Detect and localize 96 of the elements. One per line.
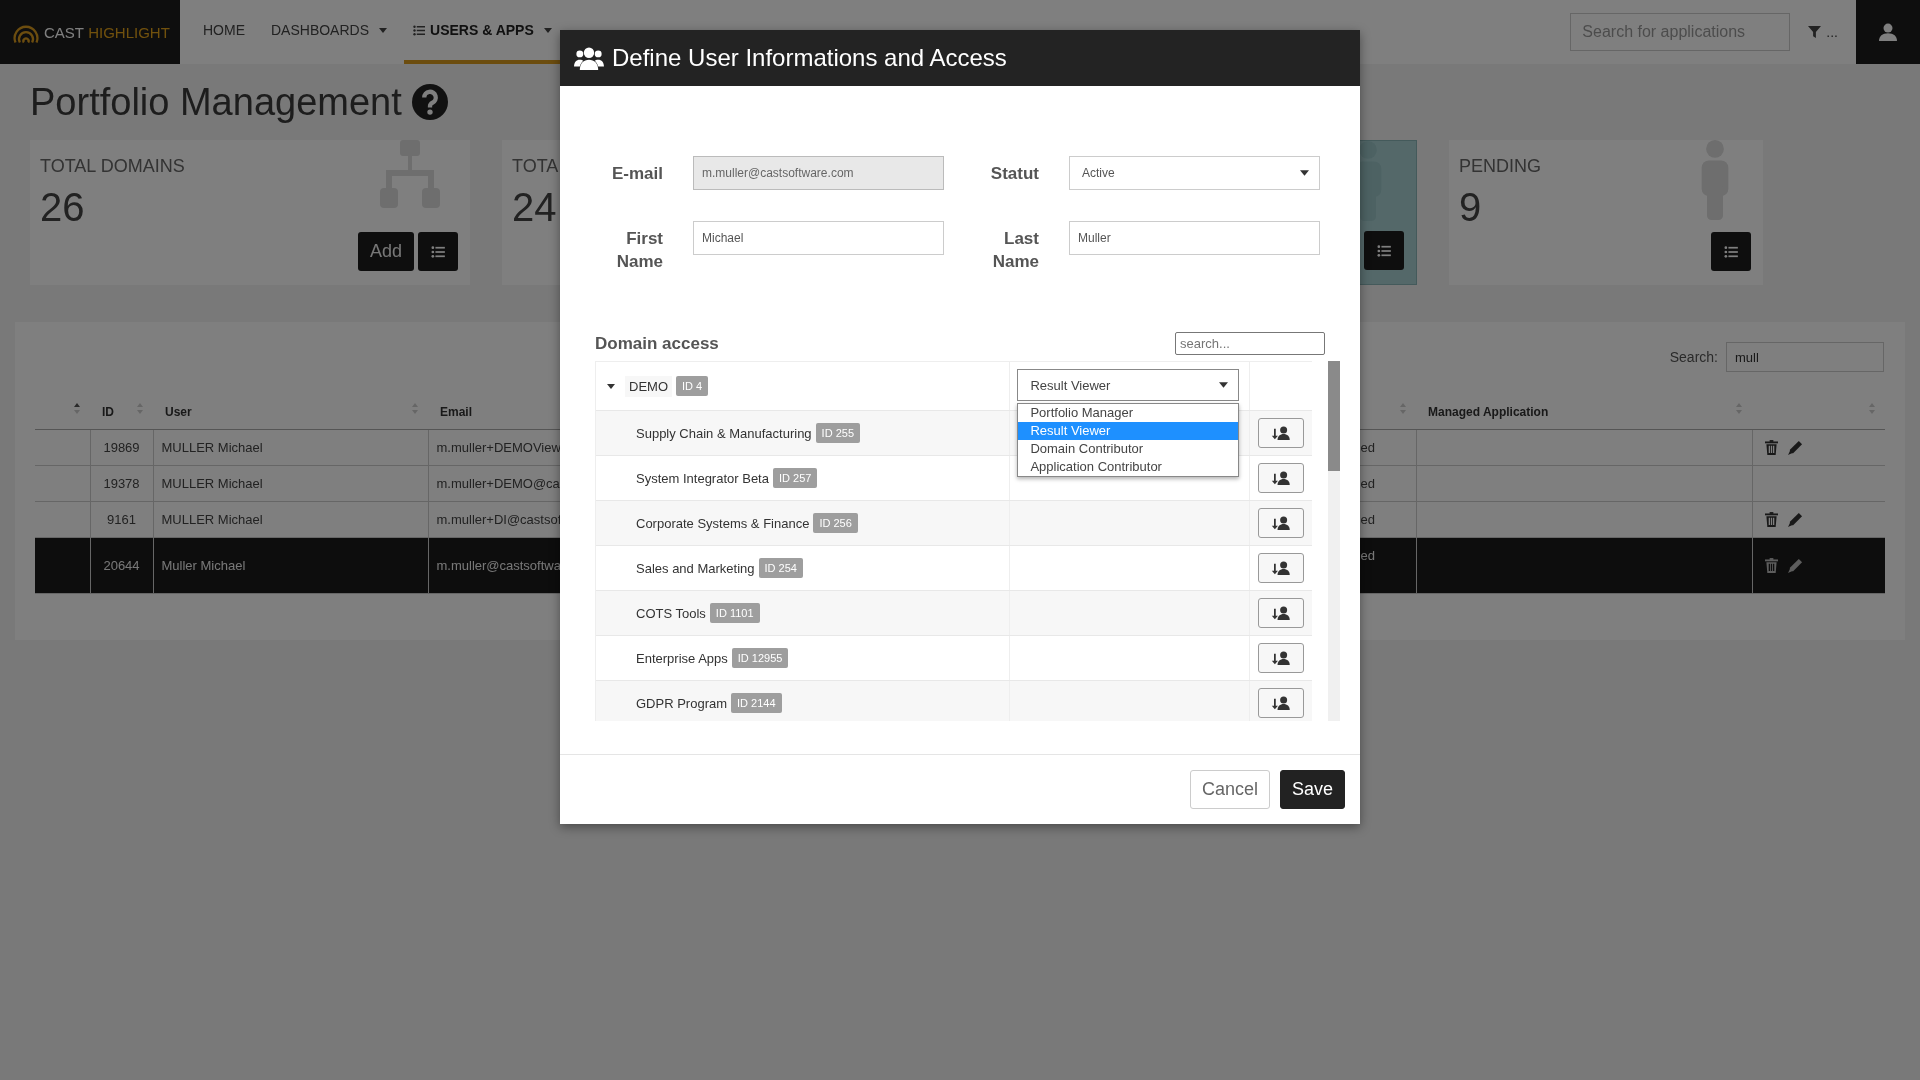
dialog-title: Define User Informations and Access	[612, 44, 1007, 72]
list-button[interactable]	[418, 232, 458, 271]
collapse-icon[interactable]	[607, 383, 615, 389]
card-label: PENDING	[1459, 156, 1541, 177]
assign-user-icon	[1271, 516, 1292, 530]
filter-button[interactable]: ...	[1790, 24, 1856, 40]
sort-icon[interactable]	[74, 403, 80, 414]
domain-name[interactable]: Sales and Marketing	[636, 560, 755, 576]
table-cell: 19378	[90, 465, 153, 501]
id-badge: ID 4	[676, 376, 709, 396]
id-badge: ID 2144	[731, 693, 782, 713]
list-button[interactable]	[1364, 231, 1404, 270]
field-label: E-mail	[610, 163, 663, 185]
nav-link[interactable]: HOME	[194, 0, 254, 64]
edit-icon[interactable]	[1787, 558, 1803, 574]
assign-user-icon	[1271, 651, 1292, 665]
assign-user-button[interactable]	[1258, 598, 1305, 628]
delete-icon[interactable]	[1764, 512, 1778, 528]
assign-user-icon	[1271, 426, 1292, 440]
table-cell: MULLER Michael	[153, 465, 428, 501]
search-field[interactable]: search...	[1175, 332, 1325, 355]
column-header: Managed Application	[1416, 395, 1752, 429]
status-select[interactable]: Active	[1069, 156, 1320, 190]
cancel-button[interactable]: Cancel	[1189, 770, 1270, 809]
list-icon	[1724, 245, 1738, 258]
edit-icon[interactable]	[1787, 440, 1803, 456]
assign-user-button[interactable]	[1258, 508, 1305, 538]
id-badge: ID 256	[813, 513, 858, 533]
id-badge: ID 255	[815, 423, 861, 443]
domain-name[interactable]: System Integrator Beta	[636, 470, 769, 486]
table-cell	[35, 537, 90, 593]
list-icon	[1377, 244, 1391, 257]
id-badge: ID 257	[772, 468, 818, 488]
caret-icon	[543, 27, 552, 33]
field-label: Statut	[989, 163, 1039, 185]
list-icon	[431, 245, 445, 258]
section-heading: Domain access	[595, 333, 719, 354]
caret-icon	[379, 27, 388, 33]
nav-link[interactable]: DASHBOARDS	[262, 0, 397, 64]
table-cell: 20644	[90, 537, 153, 593]
chevron-icon	[1219, 382, 1229, 388]
dropdown-option[interactable]: Domain Contributor	[1018, 440, 1239, 458]
id-badge: ID 1101	[709, 603, 760, 623]
list-icon	[413, 24, 426, 36]
domain-name[interactable]: DEMO	[625, 375, 672, 397]
scrollbar-thumb[interactable]	[1328, 361, 1340, 471]
card-label: TOTAL DOMAINS	[40, 156, 185, 177]
card-value: 24	[512, 185, 557, 230]
table-cell: Muller Michael	[153, 537, 428, 593]
search-label: Search:	[1669, 349, 1718, 365]
assign-user-icon	[1271, 696, 1292, 710]
add-button[interactable]: Add	[357, 232, 414, 271]
user-button[interactable]	[1856, 0, 1920, 64]
delete-icon[interactable]	[1764, 558, 1778, 574]
input-field[interactable]: Muller	[1069, 221, 1320, 255]
domain-name[interactable]: Enterprise Apps	[636, 650, 728, 666]
table-cell: MULLER Michael	[153, 429, 428, 465]
assign-user-icon	[1271, 471, 1292, 485]
assign-user-button[interactable]	[1258, 463, 1305, 493]
edit-icon[interactable]	[1787, 512, 1803, 528]
card-value: 26	[40, 185, 85, 230]
search-field[interactable]: mull	[1726, 342, 1884, 372]
field-label: Last Name	[991, 228, 1039, 273]
card-value: 9	[1459, 185, 1482, 230]
card-label: TOTA	[512, 156, 559, 177]
domain-name[interactable]: Corporate Systems & Finance	[636, 515, 810, 531]
page-title: Portfolio Management	[30, 80, 402, 124]
domain-name[interactable]: GDPR Program	[636, 695, 728, 711]
domain-name[interactable]: COTS Tools	[636, 605, 706, 621]
id-badge: ID 254	[758, 558, 803, 578]
assign-user-button[interactable]	[1258, 688, 1305, 718]
column-header: ID	[90, 395, 153, 429]
table-cell: MULLER Michael	[153, 501, 428, 537]
dropdown-option[interactable]: Portfolio Manager	[1018, 404, 1239, 422]
user-icon	[1879, 23, 1897, 41]
id-badge: ID 12955	[731, 648, 789, 668]
role-select[interactable]: Result Viewer	[1017, 369, 1240, 401]
chevron-icon	[1300, 170, 1309, 176]
column-header: User	[153, 395, 428, 429]
help-icon[interactable]	[411, 84, 448, 120]
delete-icon[interactable]	[1764, 440, 1778, 456]
list-button[interactable]	[1711, 232, 1751, 271]
assign-user-button[interactable]	[1258, 643, 1305, 673]
logo[interactable]: CAST HIGHLIGHT	[0, 0, 180, 64]
scrollbar[interactable]	[1328, 361, 1340, 721]
assign-user-icon	[1271, 606, 1292, 620]
save-button[interactable]: Save	[1279, 770, 1345, 809]
assign-user-button[interactable]	[1258, 553, 1305, 583]
input-field[interactable]: Michael	[693, 221, 944, 255]
assign-user-icon	[1271, 561, 1292, 575]
users-icon	[574, 46, 604, 70]
assign-user-button[interactable]	[1258, 418, 1305, 448]
field-label: First Name	[615, 228, 663, 273]
filter-icon	[1808, 25, 1822, 39]
table-cell: 19869	[90, 429, 153, 465]
table-cell: 9161	[90, 501, 153, 537]
